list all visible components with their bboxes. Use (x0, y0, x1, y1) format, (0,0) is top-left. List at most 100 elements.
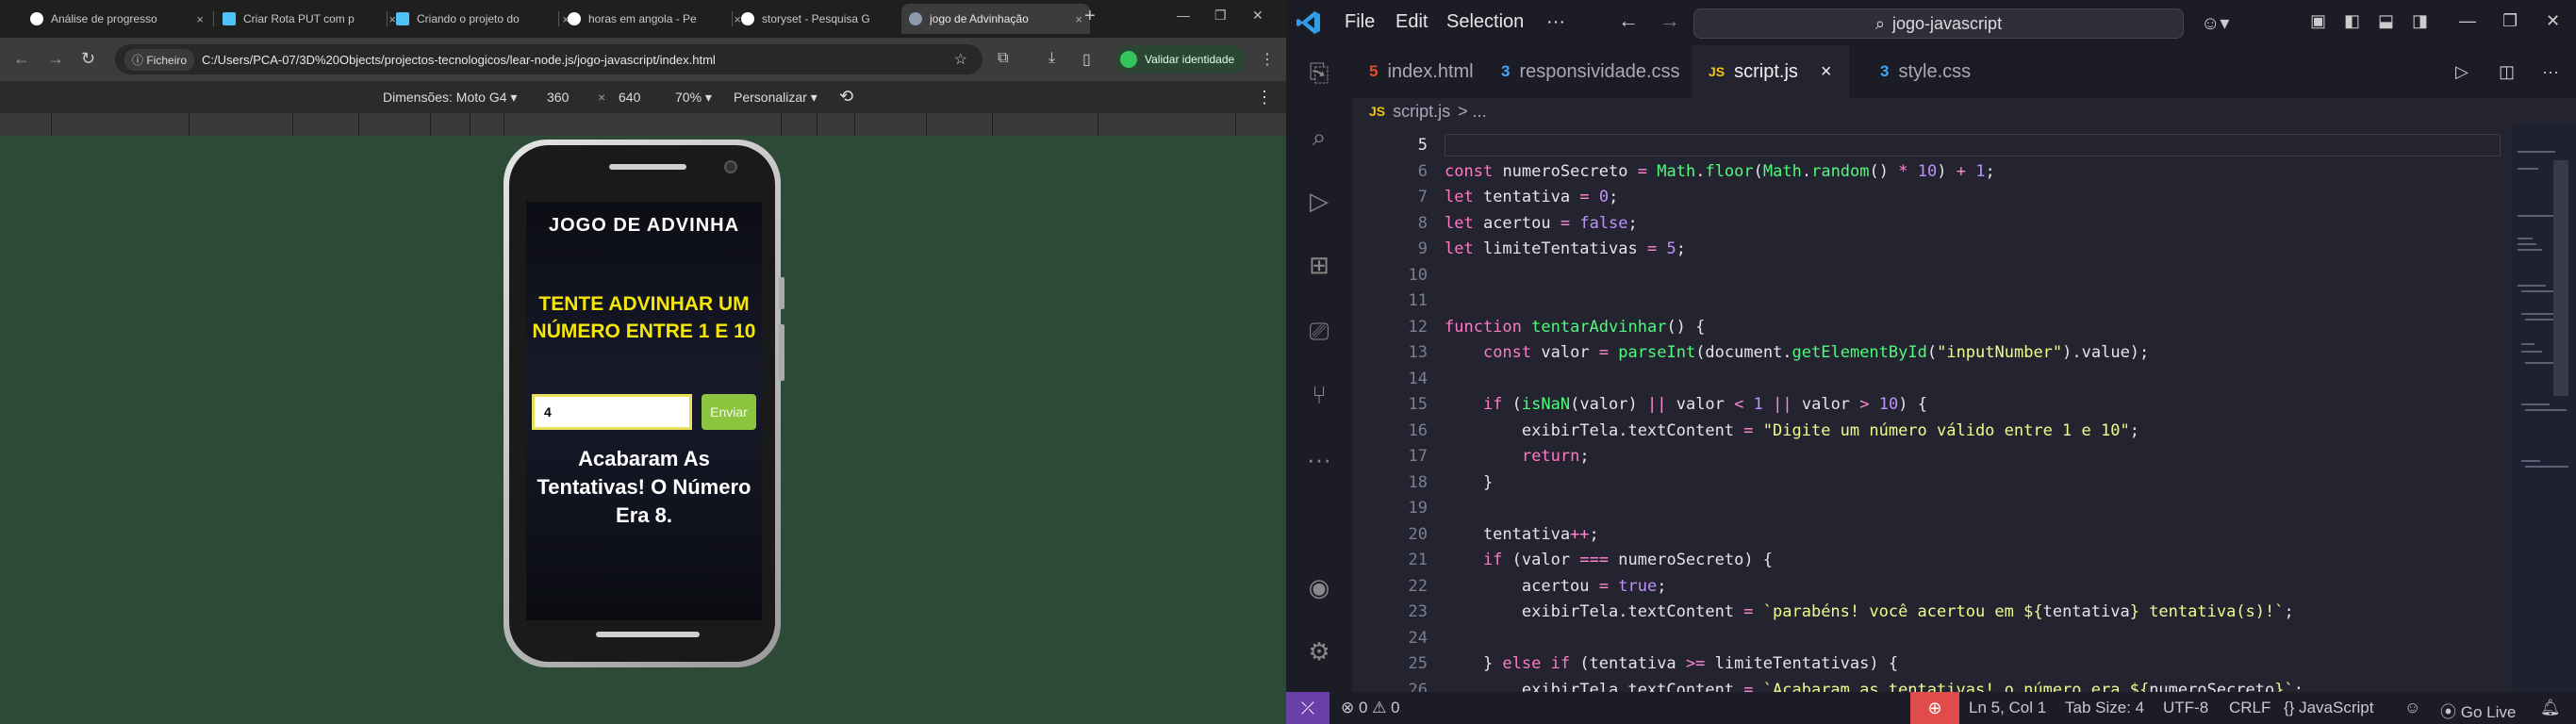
line-number: 25 (1408, 654, 1428, 673)
line-number: 18 (1408, 473, 1428, 492)
back-icon[interactable]: ← (1618, 8, 1639, 33)
device-width-input[interactable]: 360 (547, 90, 569, 105)
copilot-status-icon[interactable]: ☺ (2404, 699, 2420, 717)
line-number: 14 (1408, 370, 1428, 388)
browser-toolbar: ← → ↻ ⓘ Ficheiro C:/Users/PCA-07/3D%20Ob… (0, 38, 1286, 81)
toggle-secondary-sidebar-icon[interactable]: ◨ (2412, 11, 2428, 31)
device-menu-icon[interactable]: ⋮ (1256, 88, 1273, 107)
bookmark-star-icon[interactable]: ☆ (954, 50, 967, 69)
menu-selection[interactable]: Selection (1446, 11, 1524, 33)
send-button[interactable]: Enviar (702, 394, 756, 430)
menu-edit[interactable]: Edit (1395, 11, 1428, 33)
close-window-icon[interactable]: ✕ (2546, 11, 2560, 31)
new-tab-button[interactable]: + (1084, 6, 1096, 27)
sidebar-icon[interactable]: ▯ (1082, 50, 1091, 69)
run-icon[interactable]: ▷ (2455, 62, 2469, 82)
encoding[interactable]: UTF-8 (2163, 699, 2208, 717)
problems-indicator[interactable]: ⊗ 0 ⚠ 0 (1341, 699, 1400, 717)
close-tab-icon[interactable]: × (1075, 12, 1082, 26)
back-icon[interactable]: ← (13, 49, 30, 69)
file-chip[interactable]: ⓘ Ficheiro (124, 48, 195, 71)
toggle-panel-icon[interactable]: ⬓ (2378, 11, 2394, 31)
toggle-sidebar-icon[interactable]: ◧ (2344, 11, 2360, 31)
line-number: 21 (1408, 551, 1428, 569)
forward-icon[interactable]: → (47, 49, 64, 69)
browser-tab[interactable]: Análise de progresso × (23, 4, 211, 34)
editor-more-icon[interactable]: ··· (2542, 62, 2559, 82)
device-dropdown[interactable]: Dimensões: Moto G4 ▾ (383, 90, 517, 106)
device-height-input[interactable]: 640 (619, 90, 640, 105)
zoom-dropdown[interactable]: 70% ▾ (675, 90, 712, 106)
code-editor[interactable]: 5 6 7 8 9 10 11 12 13 14 15 16 17 18 19 … (1352, 124, 2512, 692)
maximize-icon[interactable]: ❐ (2502, 11, 2518, 31)
line-number: 12 (1408, 318, 1428, 337)
breadcrumb-file[interactable]: script.js (1393, 102, 1450, 122)
explorer-icon[interactable]: ⎘ (1305, 58, 1333, 87)
tab-style-css[interactable]: 3 style.css (1863, 45, 1988, 98)
browser-tab[interactable]: horas em angola - Pe × (560, 4, 749, 34)
tab-favicon-icon (30, 12, 43, 25)
game-title: JOGO DE ADVINHA (548, 215, 740, 236)
reload-icon[interactable]: ↻ (81, 49, 95, 69)
remote-indicator-button[interactable]: ⤫ (1286, 692, 1329, 724)
menu-more[interactable]: ··· (1546, 11, 1565, 33)
source-control-icon[interactable]: ⑂ (1305, 381, 1333, 409)
copilot-icon[interactable]: ☺▾ (2201, 11, 2229, 35)
rotate-icon[interactable]: ⟲ (839, 87, 853, 107)
go-live-button[interactable]: ⦿ Go Live (2440, 699, 2516, 722)
extensions-icon[interactable]: ⊞ (1305, 251, 1333, 279)
line-number: 7 (1417, 188, 1428, 206)
cursor-position[interactable]: Ln 5, Col 1 (1969, 699, 2046, 717)
device-toolbar: Dimensões: Moto G4 ▾ 360 × 640 70% ▾ Per… (0, 81, 1286, 113)
download-icon[interactable]: ⤓ (1049, 50, 1055, 67)
url-text[interactable]: C:/Users/PCA-07/3D%20Objects/projectos-t… (202, 53, 716, 67)
run-debug-icon[interactable]: ▷ (1305, 187, 1333, 215)
throttle-dropdown[interactable]: Personalizar ▾ (734, 90, 817, 106)
editor-scrollbar[interactable] (2553, 160, 2568, 396)
layout-icon[interactable]: ▣ (2310, 11, 2326, 31)
close-tab-icon[interactable]: × (1821, 61, 1832, 83)
tab-title: Criando o projeto do (417, 12, 520, 25)
zoom-indicator-icon[interactable]: ⊕ (1910, 692, 1959, 724)
close-window-icon[interactable]: ✕ (1252, 8, 1263, 24)
minimize-icon[interactable]: — (1177, 8, 1190, 23)
split-editor-icon[interactable]: ◫ (2499, 62, 2515, 82)
desktop: Análise de progresso × Criar Rota PUT co… (0, 0, 2576, 724)
line-number: 22 (1408, 577, 1428, 596)
more-icon[interactable]: ··· (1305, 445, 1333, 473)
address-bar[interactable]: ⓘ Ficheiro C:/Users/PCA-07/3D%20Objects/… (115, 44, 983, 74)
tab-size[interactable]: Tab Size: 4 (2065, 699, 2144, 717)
tab-script-js[interactable]: JS script.js × (1692, 45, 1849, 98)
tab-responsividade-css[interactable]: 3 responsividade.css (1484, 45, 1697, 98)
extensions-icon[interactable]: ⧉ (998, 50, 1008, 67)
maximize-icon[interactable]: ❐ (1214, 8, 1227, 24)
browser-tab[interactable]: storyset - Pesquisa G × (734, 4, 922, 34)
command-center-search[interactable]: ⌕ jogo-javascript (1693, 8, 2184, 39)
search-icon[interactable]: ⌕ (1305, 123, 1333, 151)
status-bar: ⤫ ⊗ 0 ⚠ 0 ⊕ Ln 5, Col 1 Tab Size: 4 UTF-… (1286, 692, 2576, 724)
breadcrumb-rest[interactable]: > ... (1458, 102, 1487, 122)
phone-home-bar (596, 632, 700, 637)
forward-icon[interactable]: → (1660, 8, 1680, 33)
browser-tab[interactable]: Criando o projeto do × (388, 4, 577, 34)
close-tab-icon[interactable]: × (196, 12, 204, 26)
notifications-bell-icon[interactable]: 🔔︎ (2540, 699, 2561, 717)
vscode-window: File Edit Selection ··· ← → ⌕ jogo-javas… (1286, 0, 2576, 724)
number-input[interactable] (532, 394, 692, 430)
minimize-icon[interactable]: — (2459, 11, 2476, 31)
browser-tab-active[interactable]: jogo de Advinhação × (901, 4, 1090, 34)
gear-icon[interactable]: ⚙ (1305, 637, 1333, 666)
menu-kebab-icon[interactable]: ⋮ (1260, 50, 1275, 69)
account-icon[interactable]: ◉ (1305, 573, 1333, 601)
code-line: exibirTela.textContent = "Digite um núme… (1445, 421, 2139, 440)
phone-frame: JOGO DE ADVINHA TENTE ADVINHAR UM NÚMERO… (504, 140, 784, 667)
js-icon: JS (1709, 64, 1726, 79)
language-mode[interactable]: {} JavaScript (2284, 699, 2373, 717)
code-line: const valor = parseInt(document.getEleme… (1482, 343, 2150, 362)
profile-button[interactable]: Validar identidade (1115, 45, 1247, 74)
menu-file[interactable]: File (1345, 11, 1375, 33)
remote-explorer-icon[interactable]: ⎚ (1305, 317, 1333, 345)
line-ending[interactable]: CRLF (2229, 699, 2271, 717)
tab-index-html[interactable]: 5 index.html (1352, 45, 1491, 98)
browser-tab[interactable]: Criar Rota PUT com p × (215, 4, 404, 34)
